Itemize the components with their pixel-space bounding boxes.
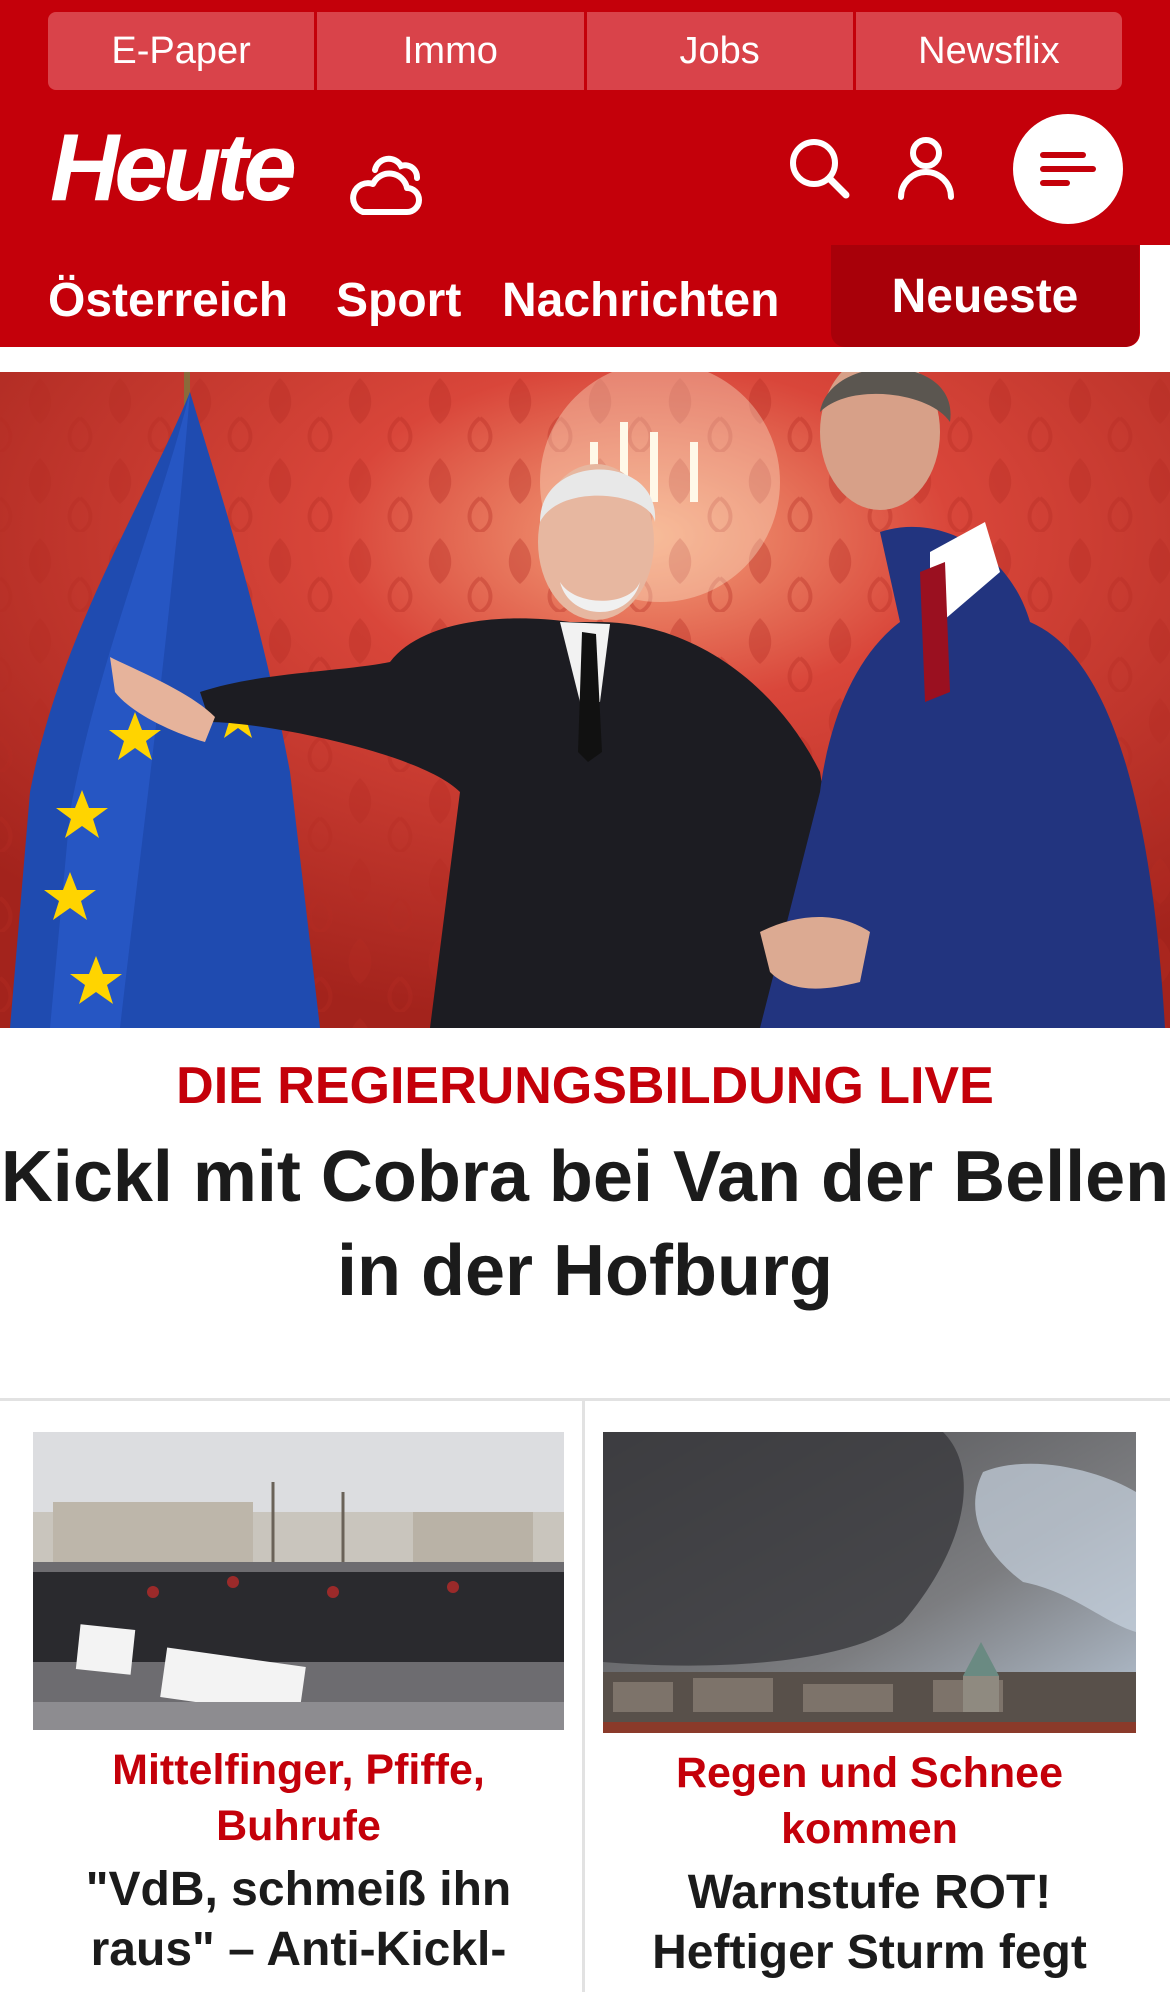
main-navigation: Österreich Sport Nachrichten Neueste — [0, 245, 1140, 347]
hamburger-menu-button[interactable] — [1013, 114, 1123, 224]
article-title[interactable]: "VdB, schmeiß ihn raus" – Anti-Kickl- — [33, 1860, 564, 1980]
article-title-line[interactable]: Warnstufe ROT! — [603, 1863, 1136, 1923]
article-title-line[interactable]: Heftiger Sturm fegt — [603, 1923, 1136, 1983]
cloud-icon[interactable] — [345, 150, 427, 218]
column-divider — [582, 1398, 585, 1992]
article-title[interactable]: Warnstufe ROT! Heftiger Sturm fegt — [603, 1863, 1136, 1983]
hero-kicker[interactable]: DIE REGIERUNGSBILDUNG LIVE — [0, 1056, 1170, 1116]
nav-item-neueste[interactable]: Neueste — [831, 245, 1139, 347]
nav-item-sport[interactable]: Sport — [336, 273, 461, 328]
article-image-protest[interactable] — [33, 1432, 564, 1730]
article-kicker-line[interactable]: Buhrufe — [33, 1798, 564, 1854]
nav-item-nachrichten[interactable]: Nachrichten — [502, 273, 779, 328]
article-kicker[interactable]: Mittelfinger, Pfiffe, Buhrufe — [33, 1742, 564, 1854]
jobs-link[interactable]: Jobs — [586, 12, 853, 90]
user-icon[interactable] — [893, 135, 959, 201]
hero-image[interactable] — [0, 372, 1170, 1028]
article-kicker[interactable]: Regen und Schnee kommen — [603, 1745, 1136, 1857]
article-title-line[interactable]: raus" – Anti-Kickl- — [33, 1920, 564, 1980]
hamburger-menu-icon — [1040, 152, 1096, 186]
heute-logo[interactable]: Heute — [50, 120, 297, 216]
article-kicker-line[interactable]: Mittelfinger, Pfiffe, — [33, 1742, 564, 1798]
hero-headline-line[interactable]: in der Hofburg — [0, 1224, 1170, 1318]
newsflix-link[interactable]: Newsflix — [855, 12, 1122, 90]
immo-link[interactable]: Immo — [317, 12, 584, 90]
site-header: E-Paper Immo Jobs Newsflix Heute — [0, 0, 1170, 245]
article-title-line[interactable]: "VdB, schmeiß ihn — [33, 1860, 564, 1920]
search-icon[interactable] — [786, 135, 852, 201]
epaper-link[interactable]: E-Paper — [48, 12, 315, 90]
article-image-storm[interactable] — [603, 1432, 1136, 1733]
nav-item-oesterreich[interactable]: Österreich — [48, 273, 288, 328]
section-divider — [0, 1398, 1170, 1401]
article-kicker-line[interactable]: kommen — [603, 1801, 1136, 1857]
article-kicker-line[interactable]: Regen und Schnee — [603, 1745, 1136, 1801]
hero-headline-line[interactable]: Kickl mit Cobra bei Van der Bellen — [0, 1130, 1170, 1224]
hero-headline[interactable]: Kickl mit Cobra bei Van der Bellen in de… — [0, 1130, 1170, 1318]
service-links-bar: E-Paper Immo Jobs Newsflix — [48, 12, 1122, 90]
